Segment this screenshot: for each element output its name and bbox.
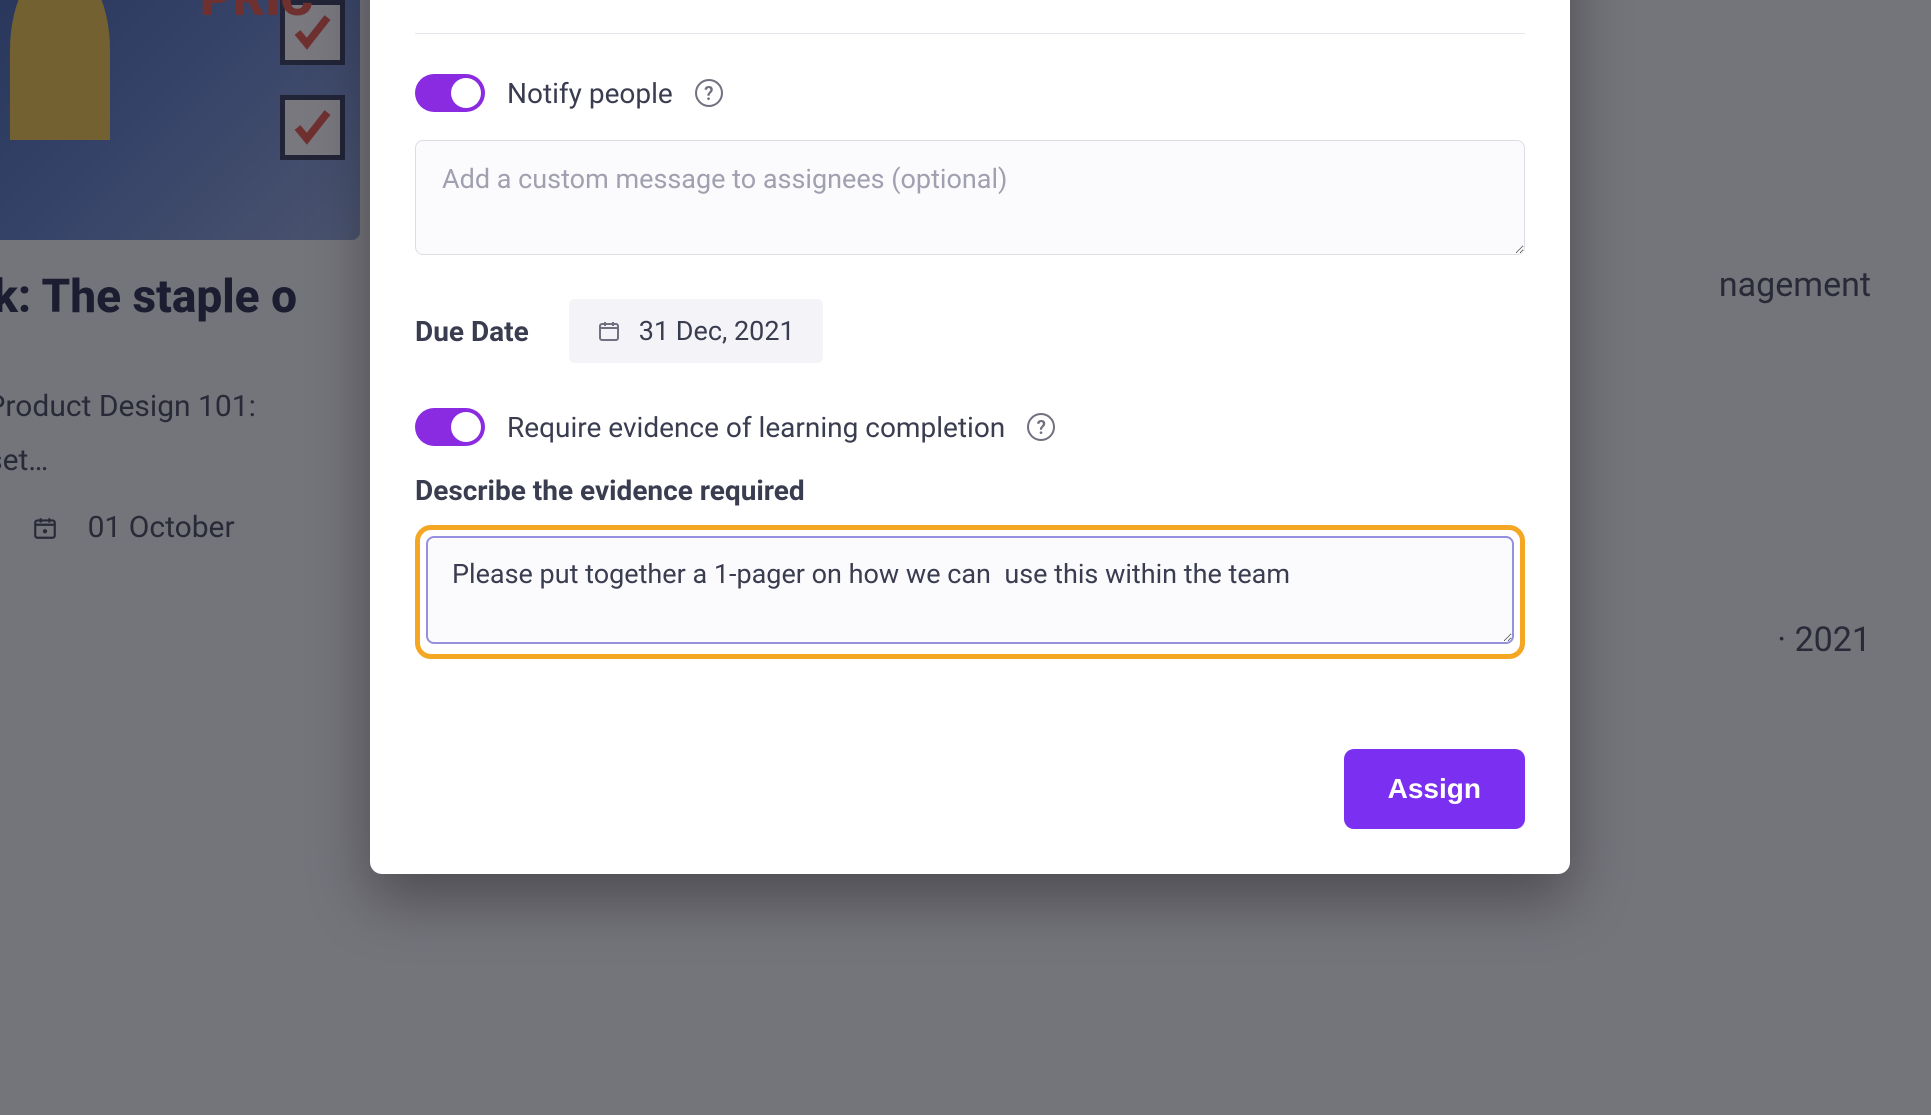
evidence-toggle[interactable] (415, 408, 485, 446)
date-value: 31 Dec, 2021 (639, 315, 795, 347)
divider (415, 33, 1525, 34)
evidence-toggle-row: Require evidence of learning completion … (415, 408, 1525, 446)
due-date-label: Due Date (415, 315, 529, 348)
modal-footer: Assign (415, 749, 1525, 829)
evidence-highlight (415, 525, 1525, 659)
date-picker[interactable]: 31 Dec, 2021 (569, 299, 823, 363)
assign-modal: Erlich Bachman Notify people ? Due Date … (370, 0, 1570, 874)
assignee-row: Erlich Bachman (415, 0, 1525, 33)
assign-button[interactable]: Assign (1344, 749, 1525, 829)
notify-row: Notify people ? (415, 74, 1525, 112)
notify-label: Notify people (507, 77, 673, 110)
evidence-toggle-label: Require evidence of learning completion (507, 411, 1005, 444)
calendar-icon (597, 319, 621, 343)
evidence-describe-label: Describe the evidence required (415, 474, 1525, 507)
evidence-input[interactable] (426, 536, 1514, 644)
due-date-row: Due Date 31 Dec, 2021 (415, 299, 1525, 363)
help-icon[interactable]: ? (695, 79, 723, 107)
custom-message-input[interactable] (415, 140, 1525, 255)
help-icon[interactable]: ? (1027, 413, 1055, 441)
notify-toggle[interactable] (415, 74, 485, 112)
